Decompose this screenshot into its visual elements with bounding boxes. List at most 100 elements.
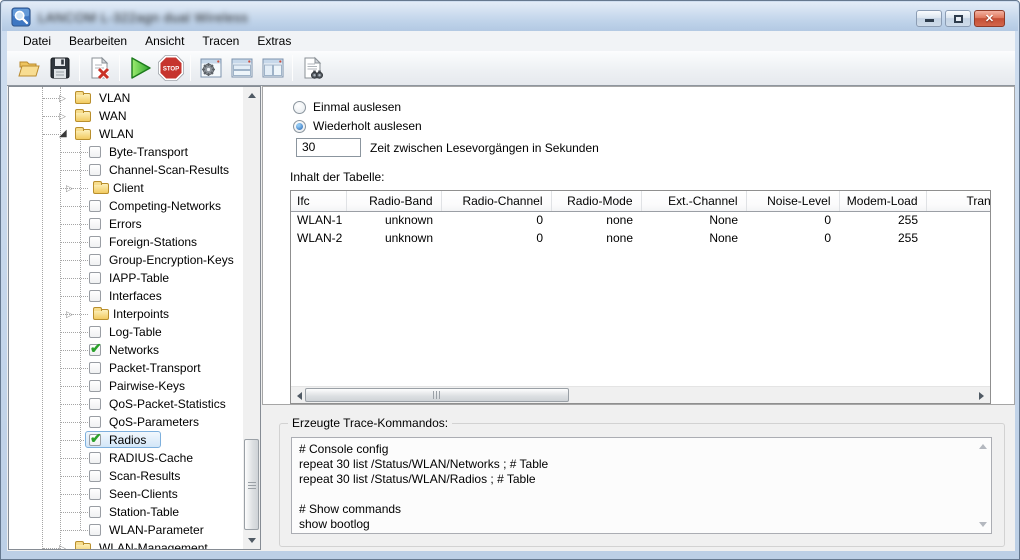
unchecked-checkbox[interactable]	[89, 380, 101, 392]
expand-arrow-icon[interactable]: ▷	[59, 539, 66, 550]
column-header-modem-load[interactable]: Modem-Load	[839, 191, 926, 211]
unchecked-checkbox[interactable]	[89, 200, 101, 212]
tree-item-competing-networks[interactable]: Competing-Networks	[9, 197, 243, 215]
tree-item-wlan-parameter[interactable]: WLAN-Parameter	[9, 521, 243, 539]
tree-item-wan[interactable]: ▷WAN	[9, 107, 243, 125]
unchecked-checkbox[interactable]	[89, 362, 101, 374]
menu-extras[interactable]: Extras	[248, 32, 300, 50]
commands-scrollbar[interactable]	[974, 438, 991, 533]
unchecked-checkbox[interactable]	[89, 506, 101, 518]
unchecked-checkbox[interactable]	[89, 488, 101, 500]
tree-item-client[interactable]: ▷Client	[9, 179, 243, 197]
tree-item-label: Seen-Clients	[109, 485, 178, 503]
scroll-down-button[interactable]	[243, 532, 260, 549]
tree-scrollbar[interactable]	[243, 87, 260, 549]
tree-item-log-table[interactable]: Log-Table	[9, 323, 243, 341]
stop-trace-button[interactable]: STOP	[155, 53, 186, 83]
interval-input[interactable]: 30	[296, 138, 361, 157]
tree-item-iapp-table[interactable]: IAPP-Table	[9, 269, 243, 287]
unchecked-checkbox[interactable]	[89, 326, 101, 338]
open-button[interactable]	[13, 53, 44, 83]
trace-settings-button[interactable]	[195, 53, 226, 83]
tree-item-station-table[interactable]: Station-Table	[9, 503, 243, 521]
expand-arrow-icon[interactable]: ▷	[59, 107, 66, 125]
tree-item-vlan[interactable]: ▷VLAN	[9, 89, 243, 107]
unchecked-checkbox[interactable]	[89, 254, 101, 266]
column-header-radio-band[interactable]: Radio-Band	[346, 191, 441, 211]
tree-item-byte-transport[interactable]: Byte-Transport	[9, 143, 243, 161]
clear-trace-button[interactable]	[84, 53, 115, 83]
split-horizontal-button[interactable]	[226, 53, 257, 83]
unchecked-checkbox[interactable]	[89, 452, 101, 464]
read-repeat-option[interactable]: Wiederholt auslesen	[293, 118, 422, 134]
tree-item-qos-packet-statistics[interactable]: QoS-Packet-Statistics	[9, 395, 243, 413]
scroll-up-button[interactable]	[243, 87, 260, 104]
unchecked-checkbox[interactable]	[89, 524, 101, 536]
tree-item-errors[interactable]: Errors	[9, 215, 243, 233]
trace-commands-box[interactable]: # Console configrepeat 30 list /Status/W…	[291, 437, 992, 534]
column-header-radio-mode[interactable]: Radio-Mode	[551, 191, 641, 211]
tree-item-interpoints[interactable]: ▷Interpoints	[9, 305, 243, 323]
scroll-right-button[interactable]	[973, 387, 990, 404]
tree-item-radius-cache[interactable]: RADIUS-Cache	[9, 449, 243, 467]
tree-item-channel-scan-results[interactable]: Channel-Scan-Results	[9, 161, 243, 179]
scroll-down-button[interactable]	[974, 516, 991, 533]
unchecked-checkbox[interactable]	[89, 290, 101, 302]
column-header-radio-channel[interactable]: Radio-Channel	[441, 191, 551, 211]
tree-item-scan-results[interactable]: Scan-Results	[9, 467, 243, 485]
tree-item-interfaces[interactable]: Interfaces	[9, 287, 243, 305]
unchecked-checkbox[interactable]	[89, 416, 101, 428]
tree-item-seen-clients[interactable]: Seen-Clients	[9, 485, 243, 503]
tree-item-qos-parameters[interactable]: QoS-Parameters	[9, 413, 243, 431]
scrollbar-thumb[interactable]	[244, 439, 259, 530]
start-trace-button[interactable]	[124, 53, 155, 83]
folder-icon	[75, 543, 91, 550]
table-horizontal-scrollbar[interactable]	[291, 386, 990, 403]
tree-item-wlan-management[interactable]: ▷WLAN-Management	[9, 539, 243, 550]
minimize-button[interactable]	[916, 10, 942, 27]
tree-item-group-encryption-keys[interactable]: Group-Encryption-Keys	[9, 251, 243, 269]
unchecked-checkbox[interactable]	[89, 272, 101, 284]
table-row-wlan-2[interactable]: WLAN-2unknown0noneNone0255	[291, 229, 991, 247]
tree-item-networks[interactable]: Networks	[9, 341, 243, 359]
unchecked-checkbox[interactable]	[89, 470, 101, 482]
close-button[interactable]: ✕	[974, 10, 1005, 27]
column-header-ext-channel[interactable]: Ext.-Channel	[641, 191, 746, 211]
scroll-up-button[interactable]	[974, 438, 991, 455]
unchecked-checkbox[interactable]	[89, 164, 101, 176]
unchecked-checkbox[interactable]	[89, 146, 101, 158]
menu-ansicht[interactable]: Ansicht	[136, 32, 193, 50]
menu-bearbeiten[interactable]: Bearbeiten	[60, 32, 136, 50]
checked-checkbox[interactable]	[89, 344, 101, 356]
trace-commands-label: Erzeugte Trace-Kommandos:	[288, 416, 452, 430]
tree-item-packet-transport[interactable]: Packet-Transport	[9, 359, 243, 377]
radio-selected-icon[interactable]	[293, 120, 306, 133]
split-vertical-button[interactable]	[257, 53, 288, 83]
tree-item-pairwise-keys[interactable]: Pairwise-Keys	[9, 377, 243, 395]
column-header-ifc[interactable]: Ifc	[291, 191, 346, 211]
expand-arrow-icon[interactable]: ▷	[66, 179, 73, 197]
title-bar[interactable]: LANCOM L-322agn dual Wireless ✕	[2, 2, 1018, 31]
column-header-tran[interactable]: Tran	[926, 191, 991, 211]
table-row-wlan-1[interactable]: WLAN-1unknown0noneNone0255	[291, 211, 991, 229]
scrollbar-thumb[interactable]	[305, 388, 569, 402]
radio-unselected-icon[interactable]	[293, 101, 306, 114]
unchecked-checkbox[interactable]	[89, 236, 101, 248]
menu-datei[interactable]: Datei	[14, 32, 60, 50]
collapse-arrow-icon[interactable]: ◢	[59, 125, 67, 143]
unchecked-checkbox[interactable]	[89, 398, 101, 410]
save-button[interactable]	[44, 53, 75, 83]
column-header-noise-level[interactable]: Noise-Level	[746, 191, 839, 211]
tree-item-radios[interactable]: Radios	[9, 431, 243, 449]
table-body: WLAN-1unknown0noneNone0255WLAN-2unknown0…	[291, 211, 991, 247]
unchecked-checkbox[interactable]	[89, 218, 101, 230]
checked-checkbox[interactable]	[89, 434, 101, 446]
find-button[interactable]	[297, 53, 328, 83]
expand-arrow-icon[interactable]: ▷	[59, 89, 66, 107]
read-once-option[interactable]: Einmal auslesen	[293, 99, 401, 115]
restore-button[interactable]	[945, 10, 971, 27]
expand-arrow-icon[interactable]: ▷	[66, 305, 73, 323]
menu-tracen[interactable]: Tracen	[193, 32, 248, 50]
tree-item-foreign-stations[interactable]: Foreign-Stations	[9, 233, 243, 251]
tree-item-wlan[interactable]: ◢WLAN	[9, 125, 243, 143]
